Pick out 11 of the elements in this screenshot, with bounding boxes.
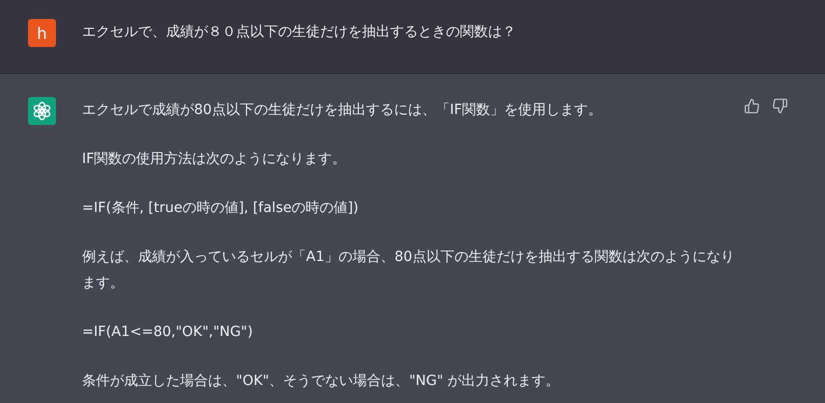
answer-paragraph: 条件が成立した場合は、"OK"、そうでない場合は、"NG" が出力されます。 <box>82 372 561 391</box>
question-text: エクセルで、成績が８０点以下の生徒だけを抽出するときの関数は？ <box>82 23 517 42</box>
user-avatar: h <box>28 19 56 47</box>
thumbs-up-icon[interactable] <box>744 98 760 114</box>
answer-paragraph: =IF(条件, [trueの時の値], [falseの時の値]) <box>82 199 360 218</box>
answer-paragraph: エクセルで成績が80点以下の生徒だけを抽出するには、「IF関数」を使用します。 <box>82 101 603 120</box>
answer-paragraph: IF関数の使用方法は次のようになります。 <box>82 150 348 169</box>
thumbs-down-icon[interactable] <box>772 98 788 114</box>
assistant-avatar-icon <box>28 97 56 125</box>
answer-paragraph: =IF(A1<=80,"OK","NG") <box>82 323 254 342</box>
answer-paragraph: 例えば、成績が入っているセルが「A1」の場合、80点以下の生徒だけを抽出する関数は次のようになります。 <box>82 248 736 293</box>
